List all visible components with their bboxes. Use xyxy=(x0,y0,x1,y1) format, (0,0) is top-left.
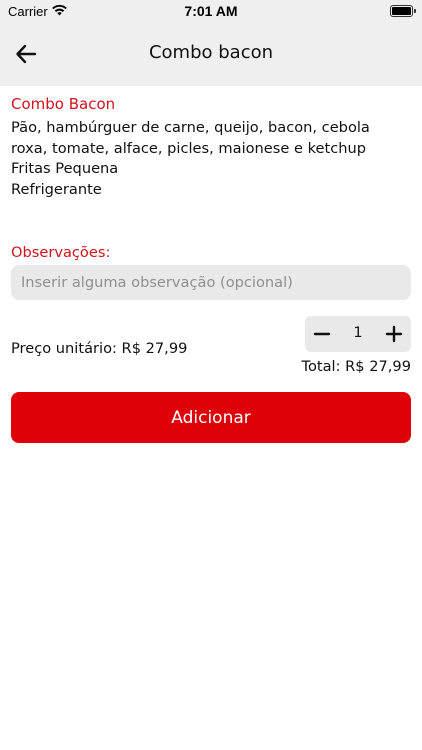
description-line: Refrigerante xyxy=(11,180,102,198)
quantity-stepper: 1 xyxy=(305,316,411,352)
navigation-bar: Combo bacon xyxy=(0,22,422,86)
battery-icon xyxy=(390,5,416,17)
unit-price: Preço unitário: R$ 27,99 xyxy=(11,340,188,357)
page-title: Combo bacon xyxy=(148,42,274,63)
increase-quantity-button[interactable] xyxy=(380,320,408,348)
status-bar: Carrier 7:01 AM xyxy=(0,0,422,22)
description-line: Fritas Pequena xyxy=(11,160,119,177)
observations-label: Observações: xyxy=(11,244,111,261)
product-name: Combo Bacon xyxy=(11,95,116,113)
add-to-cart-button[interactable]: Adicionar xyxy=(11,392,411,443)
description-line: roxa, tomate, alface, picles, maionese e… xyxy=(11,139,367,157)
total-price: Total: R$ 27,99 xyxy=(301,358,411,375)
clock: 7:01 AM xyxy=(184,3,238,19)
observations-input[interactable] xyxy=(11,265,411,300)
product-description: Pão, hambúrguer de carne, queijo, bacon,… xyxy=(11,118,411,200)
plus-icon xyxy=(385,325,403,343)
description-line: Pão, hambúrguer de carne, queijo, bacon,… xyxy=(11,119,370,136)
